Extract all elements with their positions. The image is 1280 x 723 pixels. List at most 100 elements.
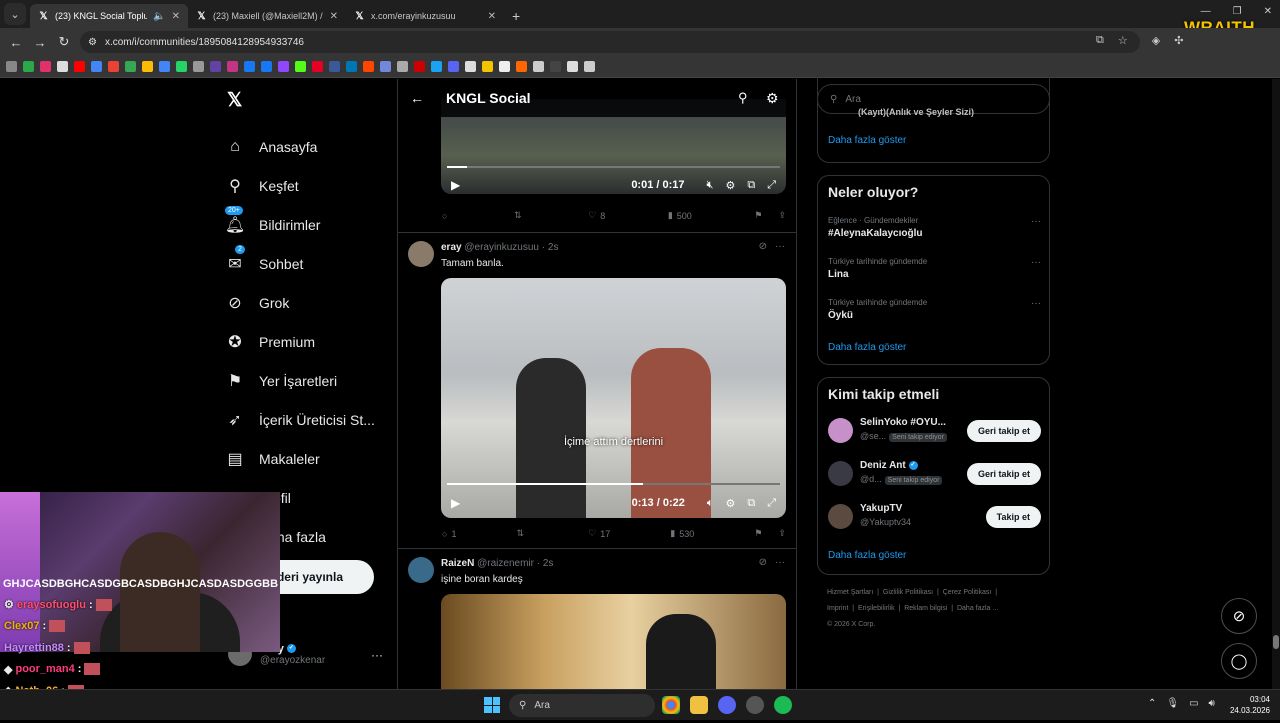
url-field[interactable]: ⚙ x.com/i/communities/189508412895493374… <box>80 31 1140 53</box>
tab-close-icon[interactable]: ✕ <box>172 11 180 22</box>
install-icon[interactable]: ⧉ <box>1096 34 1104 47</box>
bookmark-icon[interactable] <box>448 61 459 72</box>
trend-item[interactable]: Eğlence · Gündemdekiler #AleynaKalaycıoğ… <box>828 216 1041 239</box>
like-button[interactable]: ♡17 <box>588 528 610 539</box>
views-button[interactable]: ▮500 <box>668 210 692 221</box>
pip-icon[interactable]: ⧉ <box>747 179 755 192</box>
audio-icon[interactable]: 🔈 <box>153 11 165 22</box>
sidebar-item-grok[interactable]: ⊘ Grok <box>225 283 375 322</box>
bookmark-star-icon[interactable]: ☆ <box>1118 34 1128 47</box>
bookmark-icon[interactable] <box>465 61 476 72</box>
tweet[interactable]: eray @erayinkuzusuu · 2s ⊘ ··· Tamam ban… <box>398 232 797 548</box>
repost-button[interactable]: ⇅ <box>514 210 526 221</box>
bookmark-icon[interactable] <box>244 61 255 72</box>
fullscreen-icon[interactable]: ⤢ <box>767 497 776 510</box>
grok-icon[interactable]: ⊘ <box>759 557 767 568</box>
minimize-icon[interactable]: — <box>1201 6 1211 17</box>
bookmark-icon[interactable] <box>91 61 102 72</box>
trend-more-icon[interactable]: ··· <box>1031 298 1041 309</box>
browser-tab-kngl[interactable]: 𝕏 (23) KNGL Social Topluluk / 🔈 ✕ <box>30 4 188 28</box>
taskbar-clock[interactable]: 03:04 24.03.2026 <box>1226 694 1270 716</box>
bookmark-icon[interactable] <box>74 61 85 72</box>
footer-link[interactable]: Daha fazla ... <box>957 605 998 612</box>
tray-chevron-icon[interactable]: ⌃ <box>1148 698 1156 709</box>
bookmark-icon[interactable] <box>142 61 153 72</box>
reply-button[interactable]: ○1 <box>442 528 456 539</box>
avatar[interactable] <box>828 504 853 529</box>
bookmark-icon[interactable] <box>363 61 374 72</box>
sidebar-item-chat[interactable]: ✉ 2 Sohbet <box>225 244 375 283</box>
apps-icon[interactable] <box>6 61 17 72</box>
tab-close-icon[interactable]: ✕ <box>488 11 496 22</box>
back-icon[interactable]: ← <box>4 35 28 50</box>
tweet-media[interactable] <box>441 594 786 689</box>
repost-button[interactable]: ⇅ <box>517 528 529 539</box>
volume-icon[interactable]: 🔈︎ <box>707 497 714 510</box>
tab-search-button[interactable]: ⌄ <box>4 3 26 25</box>
sidebar-item-notifications[interactable]: 🔔︎ 20+ Bildirimler <box>225 205 375 244</box>
windows-start-icon[interactable] <box>484 697 500 713</box>
search-icon[interactable]: ⚲ <box>738 90 748 106</box>
back-arrow-icon[interactable]: ← <box>410 90 424 106</box>
footer-link[interactable]: Hizmet Şartları <box>827 589 873 596</box>
sidebar-item-articles[interactable]: ▤ Makaleler <box>225 439 375 478</box>
reply-button[interactable]: ○ <box>442 210 451 221</box>
bookmark-icon[interactable] <box>380 61 391 72</box>
video-progress-bar[interactable] <box>447 166 780 168</box>
video-progress-bar[interactable] <box>447 483 780 485</box>
trend-more-icon[interactable]: ··· <box>1031 216 1041 227</box>
extensions-puzzle-icon[interactable]: ✣ <box>1174 34 1183 47</box>
maximize-icon[interactable]: ❐ <box>1233 6 1242 17</box>
new-tab-button[interactable]: + <box>512 8 520 24</box>
fullscreen-icon[interactable]: ⤢ <box>767 179 776 192</box>
views-button[interactable]: ▮530 <box>670 528 694 539</box>
network-icon[interactable]: ▭ <box>1189 698 1198 709</box>
discord-icon[interactable] <box>718 696 736 714</box>
video-player[interactable]: İçime attım dertlerini ▶ 0:13 / 0:22 🔈︎ … <box>441 278 786 518</box>
chrome-icon[interactable] <box>662 696 680 714</box>
spotify-icon[interactable] <box>774 696 792 714</box>
trend-item[interactable]: Türkiye tarihinde gündemde Öykü ··· <box>828 298 1041 321</box>
bookmark-icon[interactable] <box>482 61 493 72</box>
follow-suggestion[interactable]: Deniz Ant ✓ @d...Seni takip ediyor Geri … <box>828 457 1041 491</box>
x-logo-icon[interactable]: 𝕏 <box>227 89 242 112</box>
bookmark-icon[interactable] <box>108 61 119 72</box>
bookmark-icon[interactable] <box>499 61 510 72</box>
bookmark-icon[interactable] <box>550 61 561 72</box>
bookmark-icon[interactable] <box>312 61 323 72</box>
like-button[interactable]: ♡8 <box>588 210 605 221</box>
bookmark-icon[interactable] <box>397 61 408 72</box>
browser-tab-eray[interactable]: 𝕏 x.com/erayinkuzusuu ✕ <box>346 4 504 28</box>
bookmark-icon[interactable] <box>278 61 289 72</box>
bookmark-icon[interactable] <box>57 61 68 72</box>
volume-icon[interactable]: 🔊︎ <box>1209 698 1215 709</box>
bookmark-icon[interactable] <box>414 61 425 72</box>
sidebar-item-premium[interactable]: ✪ Premium <box>225 322 375 361</box>
avatar[interactable] <box>828 418 853 443</box>
grok-fab[interactable]: ⊘ <box>1221 598 1257 634</box>
tweet-handle[interactable]: @erayinkuzusuu <box>464 242 539 253</box>
bookmark-icon[interactable] <box>125 61 136 72</box>
tweet-author[interactable]: RaizeN <box>441 558 474 569</box>
taskbar-search[interactable]: ⚲Ara <box>509 694 655 717</box>
share-icon[interactable]: ⇪ <box>778 210 786 221</box>
bookmark-icon[interactable] <box>227 61 238 72</box>
show-more-link[interactable]: Daha fazla göster <box>828 342 906 353</box>
show-more-link[interactable]: Daha fazla göster <box>828 550 906 561</box>
share-icon[interactable]: ⇪ <box>778 528 786 539</box>
avatar[interactable] <box>408 557 434 583</box>
follow-back-button[interactable]: Geri takip et <box>967 463 1041 485</box>
extension-icon[interactable]: ◈ <box>1152 34 1160 47</box>
footer-link[interactable]: Gizlilik Politikası <box>883 589 933 596</box>
forward-icon[interactable]: → <box>28 35 52 50</box>
tweet-more-icon[interactable]: ··· <box>775 241 785 252</box>
footer-link[interactable]: Çerez Politikası <box>943 589 992 596</box>
tweet-time[interactable]: 2s <box>543 558 554 569</box>
steam-icon[interactable] <box>746 696 764 714</box>
footer-link[interactable]: Erişilebilirlik <box>858 605 895 612</box>
follow-back-button[interactable]: Geri takip et <box>967 420 1041 442</box>
bookmark-icon[interactable] <box>261 61 272 72</box>
tweet-handle[interactable]: @raizenemir <box>477 558 534 569</box>
settings-icon[interactable]: ⚙ <box>725 497 735 510</box>
bookmark-button[interactable]: ⚑⇪ <box>754 210 786 221</box>
